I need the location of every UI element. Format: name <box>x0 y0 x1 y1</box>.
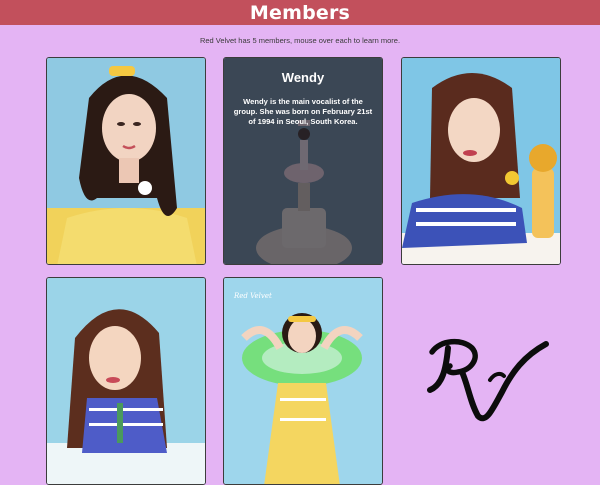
member-card-2[interactable]: Wendy Wendy is the main vocalist of the … <box>223 57 383 265</box>
page-title: Members <box>249 1 351 24</box>
member-photo <box>402 58 560 264</box>
member-card-5[interactable]: Red Velvet <box>223 277 383 485</box>
header-bar: Members <box>0 0 600 25</box>
intro-text: Red Velvet has 5 members, mouse over eac… <box>199 36 401 45</box>
member-card-3[interactable] <box>401 57 561 265</box>
member-card-1[interactable] <box>46 57 206 265</box>
member-photo <box>47 58 205 264</box>
photo-caption: Red Velvet <box>234 292 272 300</box>
member-photo <box>47 278 205 484</box>
member-description: Wendy is the main vocalist of the group.… <box>233 97 373 126</box>
rv-logo <box>420 330 555 425</box>
member-photo <box>224 278 382 484</box>
member-info-overlay: Wendy Wendy is the main vocalist of the … <box>224 58 382 264</box>
rv-logo-icon <box>427 338 549 422</box>
member-card-4[interactable] <box>46 277 206 485</box>
member-name: Wendy <box>281 70 325 85</box>
